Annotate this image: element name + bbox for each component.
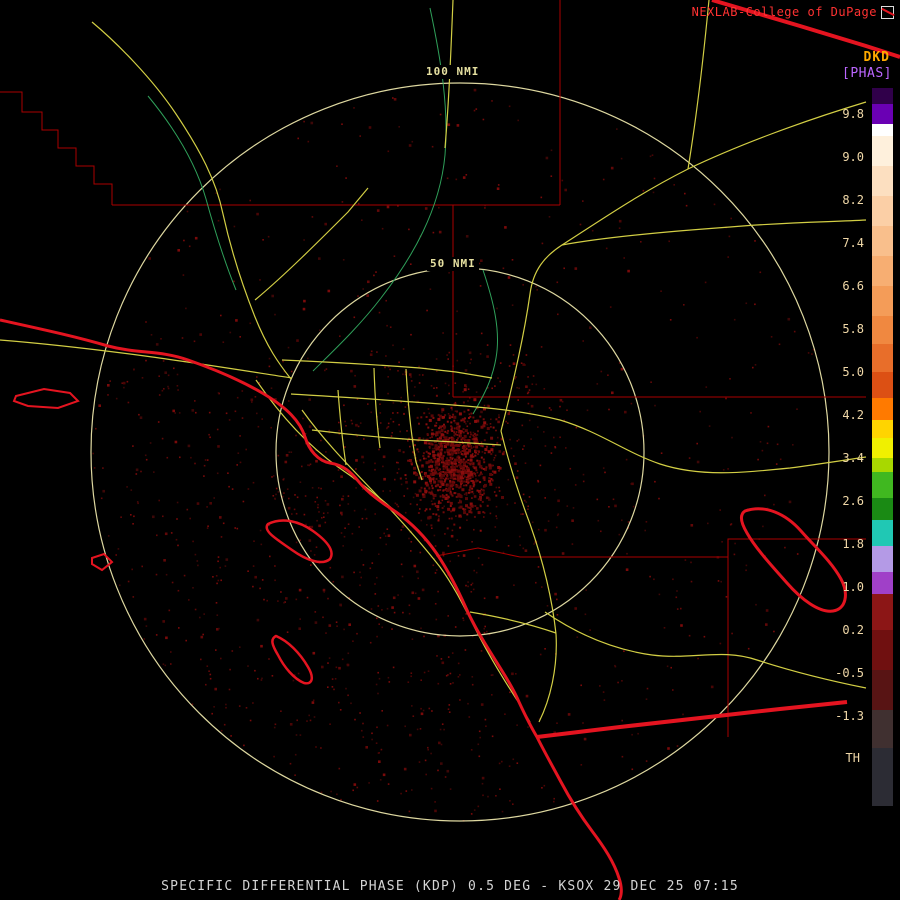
road-line <box>0 339 293 379</box>
colorbar-tick-label: 5.0 <box>842 365 864 379</box>
colorbar-tick-label: 1.8 <box>842 537 864 551</box>
colorbar-segment <box>872 748 893 806</box>
colorbar-threshold-label: TH <box>845 751 860 765</box>
salton-sea-outline <box>739 507 847 613</box>
attribution-text: NEXLAB-College of DuPage <box>691 5 877 19</box>
colorbar-segment <box>872 344 893 372</box>
county-lines-layer <box>0 0 866 737</box>
colorbar-tick-label: 8.2 <box>842 193 864 207</box>
colorbar-segment <box>872 670 893 710</box>
colorbar-tick-label: 2.6 <box>842 494 864 508</box>
product-caption: SPECIFIC DIFFERENTIAL PHASE (KDP) 0.5 DE… <box>161 879 739 894</box>
colorbar-segment <box>872 398 893 420</box>
colorbar-segment <box>872 166 893 196</box>
roads-layer <box>0 0 867 723</box>
colorbar-segment <box>872 472 893 498</box>
county-line <box>435 547 521 558</box>
colorbar-tick-label: -0.5 <box>835 666 864 680</box>
island-anacapa <box>12 387 80 410</box>
river-line <box>147 95 237 291</box>
colorbar-segment <box>872 420 893 438</box>
colorbar-segment <box>872 372 893 398</box>
radar-echo-layer <box>92 88 815 822</box>
colorbar-segment <box>872 630 893 670</box>
colorbar-tick-label: 9.8 <box>842 107 864 121</box>
county-line <box>0 91 113 205</box>
colorbar-segment <box>872 710 893 748</box>
colorbar-segment <box>872 546 893 572</box>
road-line <box>281 359 493 379</box>
river-line <box>312 7 447 372</box>
colorbar-segment <box>872 316 893 344</box>
road-line <box>687 0 710 170</box>
colorbar-segment <box>872 458 893 472</box>
colorbar-tick-label: 7.4 <box>842 236 864 250</box>
colorbar-segment <box>872 226 893 256</box>
colorbar-tick-label: 5.8 <box>842 322 864 336</box>
radar-map <box>0 0 900 900</box>
cod-logo-icon <box>881 5 894 19</box>
colorbar-tick-label: 3.4 <box>842 451 864 465</box>
product-code-label: DKD <box>863 50 890 65</box>
colorbar-tick-label: -1.3 <box>835 709 864 723</box>
road-line <box>290 393 867 474</box>
colorbar-segment <box>872 124 893 136</box>
product-phase-label: [PHAS] <box>842 66 892 81</box>
road-line <box>544 611 867 689</box>
colorbar-segment <box>872 572 893 594</box>
colorbar-tick-label: 6.6 <box>842 279 864 293</box>
colorbar-segment <box>872 196 893 226</box>
road-line <box>500 430 557 723</box>
colorbar-tick-label: 4.2 <box>842 408 864 422</box>
colorbar-segment <box>872 594 893 630</box>
colorbar-segment <box>872 136 893 166</box>
road-line <box>91 21 292 380</box>
colorbar-segment <box>872 104 893 124</box>
colorbar-segment <box>872 256 893 286</box>
colorbar-tick-label: 9.0 <box>842 150 864 164</box>
road-line <box>500 101 867 432</box>
colorbar-segment <box>872 286 893 316</box>
colorbar-segment <box>872 520 893 546</box>
road-line <box>373 367 381 449</box>
island-san-clemente <box>271 634 313 685</box>
colorbar-segment <box>872 498 893 520</box>
attribution-row: NEXLAB-College of DuPage <box>692 5 894 19</box>
colorbar-tick-label: 1.0 <box>842 580 864 594</box>
colorbar-segment <box>872 438 893 458</box>
road-line <box>337 389 347 466</box>
road-line <box>561 219 867 246</box>
range-ring-label-100: 100 NMI <box>423 65 483 79</box>
range-ring-label-50: 50 NMI <box>427 257 479 271</box>
colorbar-tick-label: 0.2 <box>842 623 864 637</box>
colorbar-segment <box>872 88 893 104</box>
colorbar <box>872 88 893 806</box>
mexico-border-line <box>536 700 848 739</box>
